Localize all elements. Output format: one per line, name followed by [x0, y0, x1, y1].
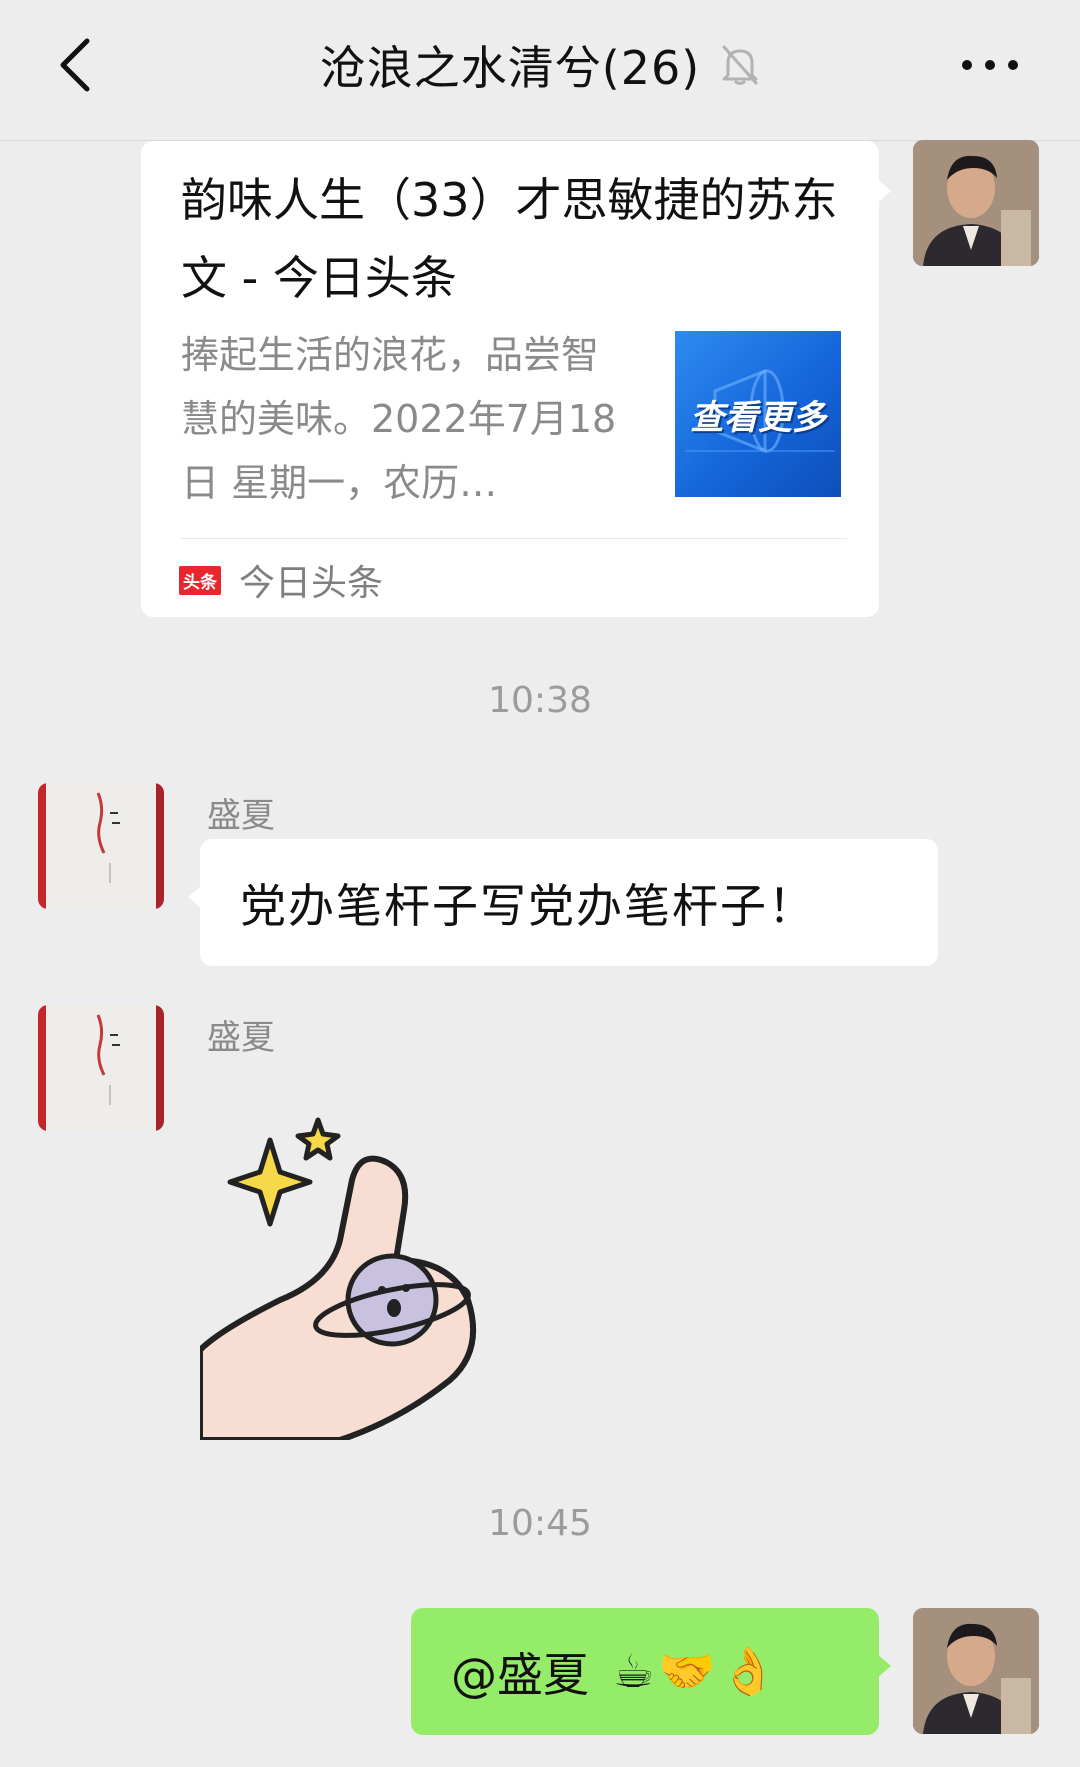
- emoji-sequence: ☕🤝👌: [613, 1644, 781, 1698]
- message-bubble[interactable]: 党办笔杆子写党办笔杆子！: [188, 839, 938, 966]
- avatar-shengxia[interactable]: [38, 1005, 164, 1131]
- avatar-shengxia[interactable]: [38, 783, 164, 909]
- ellipsis-icon: [962, 60, 1018, 70]
- bell-off-icon: [720, 43, 760, 87]
- sender-name: 盛夏: [207, 1018, 275, 1058]
- link-card[interactable]: 韵味人生（33）才思敏捷的苏东文 - 今日头条 捧起生活的浪花，品尝智慧的美味。…: [141, 141, 891, 617]
- link-card-source-name: 今日头条: [239, 563, 384, 604]
- link-card-source: 头条 今日头条: [179, 555, 383, 605]
- link-card-title: 韵味人生（33）才思敏捷的苏东文 - 今日头条: [181, 173, 838, 305]
- link-card-divider: [181, 538, 847, 539]
- link-card-thumb-text: 查看更多: [690, 397, 826, 438]
- avatar-self[interactable]: [913, 140, 1039, 266]
- timestamp: 10:38: [488, 680, 592, 721]
- message-bubble-self[interactable]: @盛夏 ☕🤝👌: [411, 1608, 891, 1735]
- link-card-thumbnail: 查看更多: [675, 331, 841, 497]
- timestamp: 10:45: [488, 1503, 592, 1544]
- avatar-self[interactable]: [913, 1608, 1039, 1734]
- more-button[interactable]: [950, 40, 1030, 90]
- sender-name: 盛夏: [207, 796, 275, 836]
- link-card-description: 捧起生活的浪花，品尝智慧的美味。2022年7月18日 星期一，农历…: [181, 333, 617, 505]
- message-text: @盛夏: [451, 1647, 589, 1702]
- toutiao-logo: 头条: [179, 565, 221, 595]
- chat-header: 沧浪之水清兮(26): [0, 0, 1080, 141]
- chat-title: 沧浪之水清兮(26): [319, 41, 701, 95]
- title-area: 沧浪之水清兮(26): [0, 0, 1080, 130]
- thumbs-up-planet-sticker[interactable]: [197, 1110, 520, 1443]
- message-text: 党办笔杆子写党办笔杆子！: [240, 878, 816, 933]
